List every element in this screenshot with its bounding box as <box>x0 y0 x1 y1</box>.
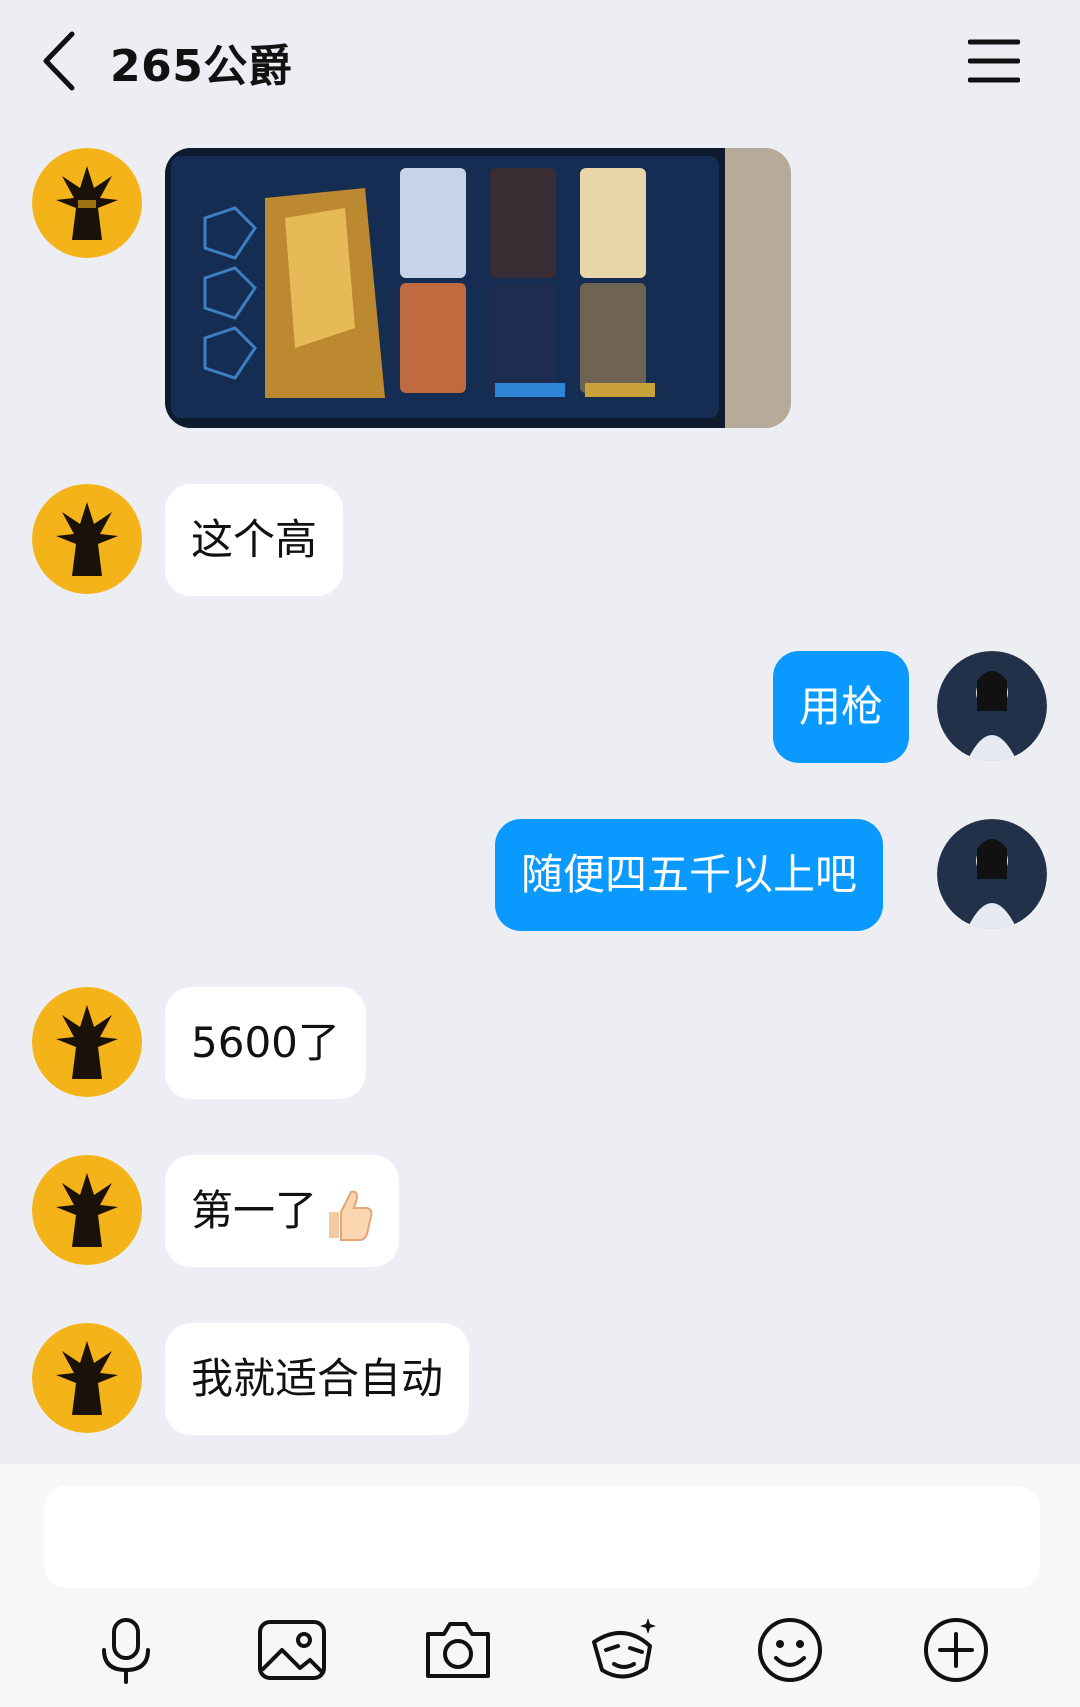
back-arrow-icon[interactable] <box>36 28 82 94</box>
message-input[interactable] <box>44 1486 1040 1588</box>
camera-icon[interactable] <box>420 1612 496 1688</box>
my-avatar[interactable] <box>937 819 1047 929</box>
menu-icon[interactable] <box>968 36 1020 86</box>
emoji-icon[interactable] <box>752 1612 828 1688</box>
outgoing-message[interactable]: 随便四五千以上吧 <box>495 819 884 931</box>
thumbs-up-icon <box>329 1190 373 1241</box>
incoming-message[interactable]: 我就适合自动 <box>165 1323 470 1435</box>
sticker-icon[interactable] <box>586 1612 662 1688</box>
contact-avatar[interactable] <box>32 1323 142 1433</box>
microphone-icon[interactable] <box>88 1612 164 1688</box>
chat-header: 265公爵 <box>0 0 1080 130</box>
my-avatar[interactable] <box>937 651 1047 761</box>
game-screenshot-image[interactable] <box>165 148 791 428</box>
image-icon[interactable] <box>254 1612 330 1688</box>
incoming-message[interactable]: 第一了 <box>165 1155 400 1267</box>
message-text: 第一了 <box>191 1186 318 1235</box>
contact-avatar[interactable] <box>32 484 142 594</box>
contact-avatar[interactable] <box>32 987 142 1097</box>
incoming-message[interactable]: 这个高 <box>165 484 344 596</box>
contact-avatar[interactable] <box>32 1155 142 1265</box>
plus-icon[interactable] <box>918 1612 994 1688</box>
incoming-message[interactable]: 5600了 <box>165 987 366 1099</box>
chat-title[interactable]: 265公爵 <box>110 30 292 94</box>
outgoing-message[interactable]: 用枪 <box>773 651 910 763</box>
contact-avatar[interactable] <box>32 148 142 258</box>
